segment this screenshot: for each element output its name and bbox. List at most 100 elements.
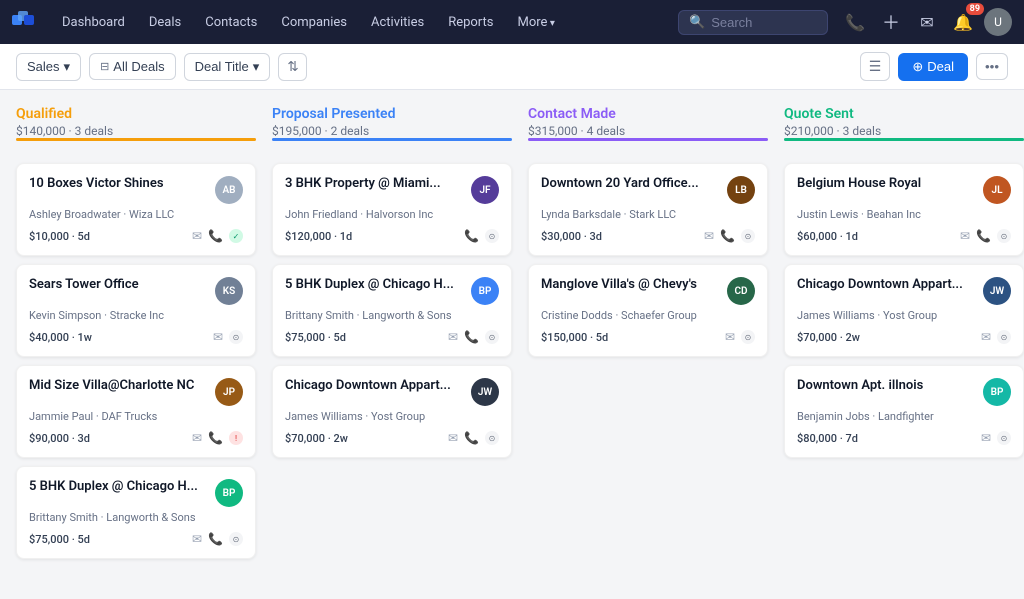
card-avatar: AB [215, 176, 243, 204]
notification-badge: 89 [966, 3, 984, 15]
status-dot: ! [229, 431, 243, 445]
card-title: 5 BHK Duplex @ Chicago H... [29, 479, 215, 496]
card-title: Sears Tower Office [29, 277, 215, 294]
status-dot: ⊙ [741, 229, 755, 243]
nav-companies[interactable]: Companies [271, 9, 357, 36]
email-icon[interactable]: ✉ [448, 330, 458, 344]
card-avatar: JW [983, 277, 1011, 305]
list-icon: ☰ [869, 58, 882, 74]
status-dot: ⊙ [997, 431, 1011, 445]
card-avatar: JF [471, 176, 499, 204]
toolbar-left: Sales ▾ ⊟ All Deals Deal Title ▾ ⇅ [16, 53, 852, 81]
email-icon[interactable]: ✉ [981, 431, 991, 445]
deal-card[interactable]: Belgium House RoyalJL Justin Lewis · Beah… [784, 163, 1024, 256]
email-icon[interactable]: ✉ [192, 431, 202, 445]
nav-dashboard[interactable]: Dashboard [52, 9, 135, 36]
deal-card[interactable]: 5 BHK Duplex @ Chicago H...BPBrittany Sm… [16, 466, 256, 559]
kanban-board: Qualified $140,000 · 3 deals 10 Boxes Vict… [16, 106, 1024, 559]
column-meta: $140,000 · 3 deals [16, 124, 256, 138]
app-logo[interactable] [12, 11, 40, 33]
card-avatar: BP [215, 479, 243, 507]
column-meta: $210,000 · 3 deals [784, 124, 1024, 138]
nav-icons: 📞 ＋ ✉ 🔔 89 U [840, 7, 1012, 37]
email-icon-btn[interactable]: ✉ [912, 7, 942, 37]
user-avatar[interactable]: U [984, 8, 1012, 36]
email-icon[interactable]: ✉ [725, 330, 735, 344]
phone-icon[interactable]: 📞 [208, 431, 223, 445]
card-subtitle: Kevin Simpson · Stracke Inc [29, 309, 243, 322]
deal-card[interactable]: Mid Size Villa@Charlotte NCJPJammie Paul… [16, 365, 256, 458]
search-icon: 🔍 [689, 15, 705, 30]
deal-btn-label: Deal [927, 59, 954, 74]
column-meta: $195,000 · 2 deals [272, 124, 512, 138]
card-avatar: LB [727, 176, 755, 204]
search-bar[interactable]: 🔍 [678, 10, 828, 35]
cards-list: Downtown 20 Yard Office...LBLynda Barksd… [528, 163, 768, 357]
status-dot: ⊙ [997, 330, 1011, 344]
phone-icon-btn[interactable]: 📞 [840, 7, 870, 37]
deal-card[interactable]: Manglove Villa's @ Chevy'sCDCristine Dod… [528, 264, 768, 357]
card-title: Mid Size Villa@Charlotte NC [29, 378, 215, 395]
add-deal-button[interactable]: ⊕ Deal [898, 53, 968, 81]
sort-label: Deal Title [195, 59, 249, 74]
nav-more[interactable]: More [508, 9, 565, 36]
sales-dropdown[interactable]: Sales ▾ [16, 53, 81, 81]
deal-card[interactable]: 5 BHK Duplex @ Chicago H...BPBrittany Sm… [272, 264, 512, 357]
card-subtitle: Brittany Smith · Langworth & Sons [285, 309, 499, 322]
email-icon[interactable]: ✉ [981, 330, 991, 344]
notifications-btn[interactable]: 🔔 89 [948, 7, 978, 37]
card-title: Downtown Apt. illnois [797, 378, 983, 395]
email-icon[interactable]: ✉ [960, 229, 970, 243]
phone-icon[interactable]: 📞 [720, 229, 735, 243]
chevron-down-icon-sort: ▾ [253, 59, 260, 75]
email-icon[interactable]: ✉ [192, 532, 202, 546]
column-divider [528, 138, 768, 141]
phone-icon[interactable]: 📞 [208, 532, 223, 546]
list-view-btn[interactable]: ☰ [860, 52, 891, 81]
more-options-btn[interactable]: ••• [976, 53, 1008, 80]
card-avatar: BP [983, 378, 1011, 406]
phone-icon[interactable]: 📞 [208, 229, 223, 243]
all-deals-filter[interactable]: ⊟ All Deals [89, 53, 176, 80]
email-icon[interactable]: ✉ [192, 229, 202, 243]
sort-dropdown[interactable]: Deal Title ▾ [184, 53, 271, 81]
card-amount-time: $75,000 · 5d [29, 533, 90, 546]
deal-card[interactable]: Downtown 20 Yard Office...LBLynda Barksd… [528, 163, 768, 256]
deal-card[interactable]: 10 Boxes Victor ShinesABAshley Broadwate… [16, 163, 256, 256]
email-icon[interactable]: ✉ [704, 229, 714, 243]
kanban-column-contact: Contact Made$315,000 · 4 dealsDowntown 2… [528, 106, 768, 559]
deal-card[interactable]: Chicago Downtown Appart...JWJames Willia… [784, 264, 1024, 357]
card-avatar: JW [471, 378, 499, 406]
toolbar-right: ☰ ⊕ Deal ••• [860, 52, 1008, 81]
phone-icon[interactable]: 📞 [464, 229, 479, 243]
card-title: Belgium House Royal [797, 176, 983, 193]
deal-card[interactable]: Chicago Downtown Appart...JWJames Willia… [272, 365, 512, 458]
add-icon-btn[interactable]: ＋ [876, 7, 906, 37]
column-title: Qualified [16, 106, 256, 122]
email-icon[interactable]: ✉ [448, 431, 458, 445]
card-amount-time: $10,000 · 5d [29, 230, 90, 243]
nav-reports[interactable]: Reports [438, 9, 503, 36]
status-dot: ⊙ [485, 330, 499, 344]
nav-contacts[interactable]: Contacts [195, 9, 267, 36]
column-divider [16, 138, 256, 141]
deal-card[interactable]: Downtown Apt. illnoisBPBenjamin Jobs · L… [784, 365, 1024, 458]
card-avatar: JP [215, 378, 243, 406]
deal-card[interactable]: 3 BHK Property @ Miami...JFJohn Friedlan… [272, 163, 512, 256]
phone-icon[interactable]: 📞 [976, 229, 991, 243]
phone-icon[interactable]: 📞 [464, 330, 479, 344]
search-input[interactable] [711, 15, 817, 30]
phone-icon[interactable]: 📞 [464, 431, 479, 445]
card-subtitle: Justin Lewis · Beahan Inc [797, 208, 1011, 221]
sort-order-btn[interactable]: ⇅ [278, 53, 307, 81]
nav-deals[interactable]: Deals [139, 9, 191, 36]
card-avatar: JL [983, 176, 1011, 204]
card-amount-time: $70,000 · 2w [285, 432, 348, 445]
deal-card[interactable]: Sears Tower OfficeKSKevin Simpson · Stra… [16, 264, 256, 357]
plus-icon: ⊕ [912, 59, 923, 75]
email-icon[interactable]: ✉ [213, 330, 223, 344]
card-title: 3 BHK Property @ Miami... [285, 176, 471, 193]
card-amount-time: $90,000 · 3d [29, 432, 90, 445]
card-subtitle: Ashley Broadwater · Wiza LLC [29, 208, 243, 221]
nav-activities[interactable]: Activities [361, 9, 434, 36]
